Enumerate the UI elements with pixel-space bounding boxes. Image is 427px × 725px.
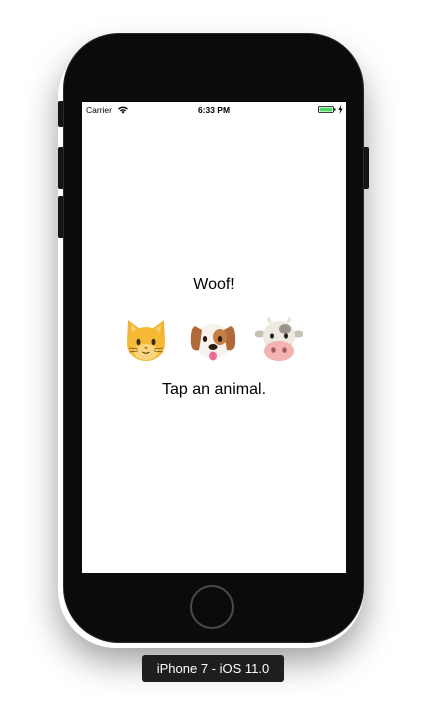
clock-time: 6:33 PM xyxy=(197,105,231,115)
charging-bolt-icon xyxy=(338,105,343,114)
cat-face-icon xyxy=(127,320,165,361)
cow-face-icon xyxy=(255,317,303,361)
instruction-label: Tap an animal. xyxy=(161,381,267,398)
cow-button[interactable] xyxy=(255,314,303,364)
battery-full-icon xyxy=(318,106,336,113)
device-screen: Carrier 6:33 PM Woof! Tap an animal. xyxy=(82,102,346,573)
cat-button[interactable] xyxy=(122,314,170,364)
device-name-label: iPhone 7 - iOS 11.0 xyxy=(142,655,284,682)
dog-face-icon xyxy=(190,324,236,361)
animal-sound-label: Woof! xyxy=(193,276,235,293)
dog-button[interactable] xyxy=(189,314,237,364)
home-button[interactable] xyxy=(190,585,234,629)
animal-buttons xyxy=(82,314,346,364)
simulator-window: Carrier 6:33 PM Woof! Tap an animal. iPh… xyxy=(0,0,427,725)
status-bar: Carrier 6:33 PM xyxy=(82,102,346,118)
